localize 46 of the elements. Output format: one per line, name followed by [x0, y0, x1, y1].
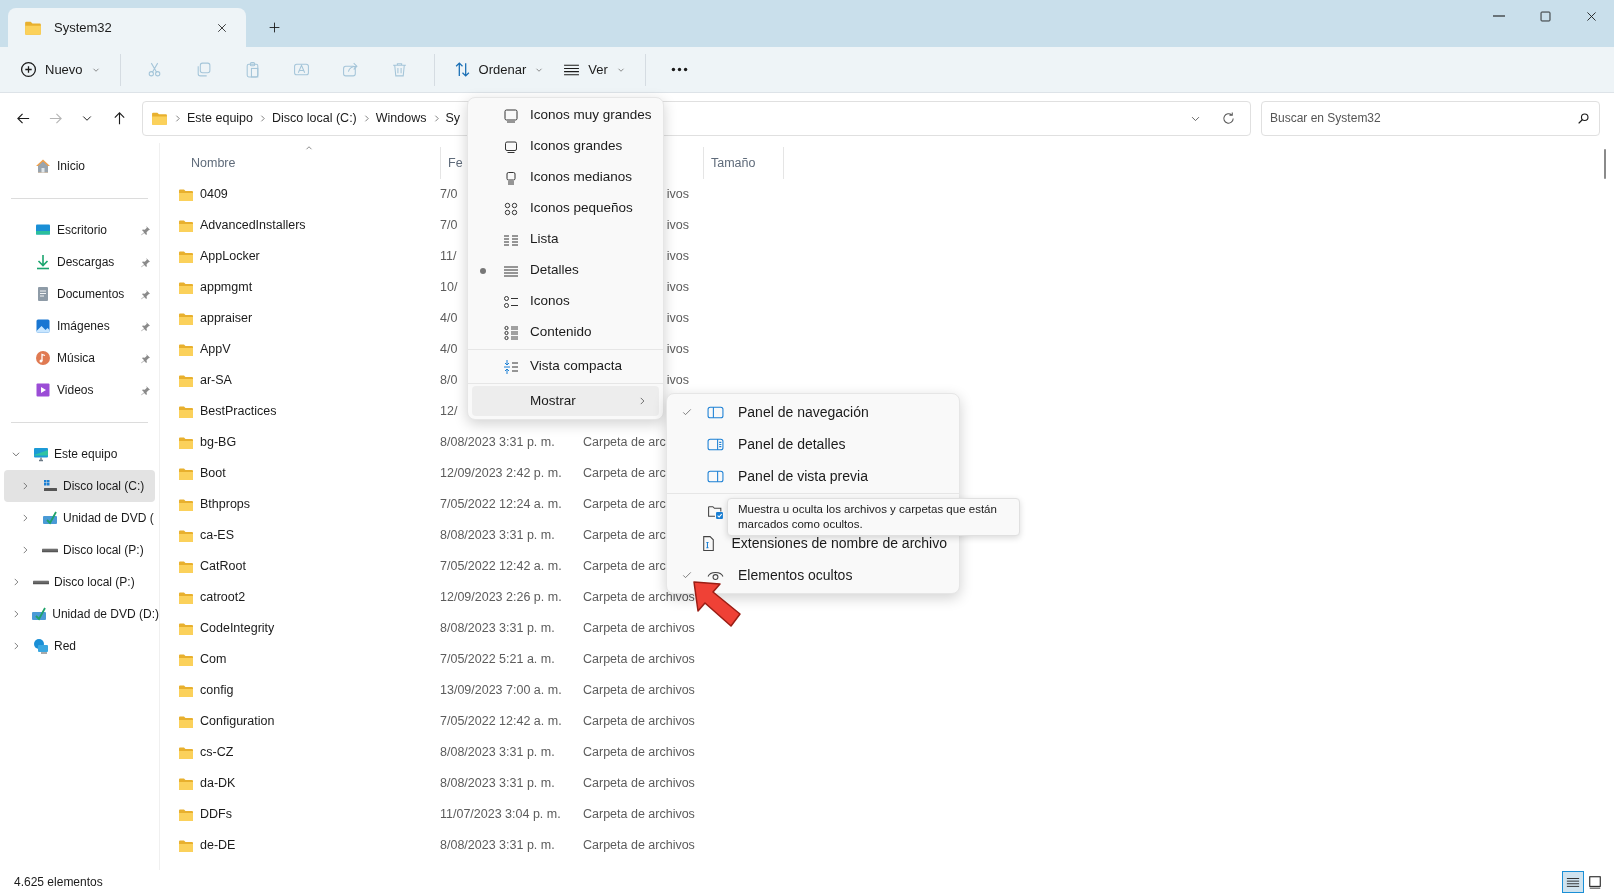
file-type: Carpeta de arc: [583, 527, 666, 545]
file-type: Carpeta de arc: [583, 465, 666, 483]
file-type: ivos: [666, 310, 689, 328]
modified-date: 8/08/2023 3:31 p. m.: [440, 745, 555, 760]
file-type: ivos: [666, 372, 689, 390]
file-type: Carpeta de archivos: [583, 589, 695, 607]
file-type: Carpeta de arc: [583, 434, 666, 452]
modified-date: 7/0: [440, 218, 458, 233]
modified-date: 8/08/2023 3:31 p. m.: [440, 435, 555, 450]
file-type: Carpeta de archivos: [583, 713, 695, 731]
tab-title: System32: [54, 18, 113, 37]
modified-date: 12/: [440, 404, 458, 419]
file-type: Carpeta de archivos: [583, 775, 695, 793]
modified-date: 7/05/2022 12:42 a. m.: [440, 714, 562, 729]
file-type: Carpeta de archivos: [583, 806, 695, 824]
modified-date: 8/08/2023 3:31 p. m.: [440, 776, 555, 791]
modified-date: 4/0: [440, 311, 458, 326]
file-type: ivos: [666, 279, 689, 297]
modified-date: 11/: [440, 249, 457, 264]
modified-date: 7/0: [440, 187, 458, 202]
file-type: Carpeta de archivos: [583, 651, 695, 669]
modified-date: 7/05/2022 5:21 a. m.: [440, 652, 555, 667]
file-type: ivos: [666, 341, 689, 359]
modified-date: 12/09/2023 2:26 p. m.: [440, 590, 562, 605]
file-type: Carpeta de archivos: [583, 837, 695, 855]
file-type: ivos: [666, 186, 689, 204]
file-type: ivos: [666, 248, 689, 266]
modified-date: 8/08/2023 3:31 p. m.: [440, 838, 555, 853]
file-type: Carpeta de arc: [583, 558, 666, 576]
file-type: Carpeta de archivos: [583, 682, 695, 700]
modified-date: 8/08/2023 3:31 p. m.: [440, 528, 555, 543]
modified-date: 13/09/2023 7:00 a. m.: [440, 683, 562, 698]
modified-date: 12/09/2023 2:42 p. m.: [440, 466, 562, 481]
item-count: 4.625 elementos: [14, 874, 103, 891]
modified-date: 8/0: [440, 373, 458, 388]
file-type: Carpeta de arc: [583, 496, 666, 514]
file-type: ivos: [666, 217, 689, 235]
modified-date: 4/0: [440, 342, 458, 357]
modified-date: 10/: [440, 280, 458, 295]
file-type: Carpeta de archivos: [583, 744, 695, 762]
file-type: Carpeta de archivos: [583, 620, 695, 638]
tooltip: Muestra u oculta los archivos y carpetas que están marcados como ocultos.: [727, 498, 1020, 536]
modified-date: 7/05/2022 12:24 a. m.: [440, 497, 562, 512]
modified-date: 8/08/2023 3:31 p. m.: [440, 621, 555, 636]
modified-date: 7/05/2022 12:42 a. m.: [440, 559, 562, 574]
modified-date: 11/07/2023 3:04 p. m.: [440, 807, 561, 822]
